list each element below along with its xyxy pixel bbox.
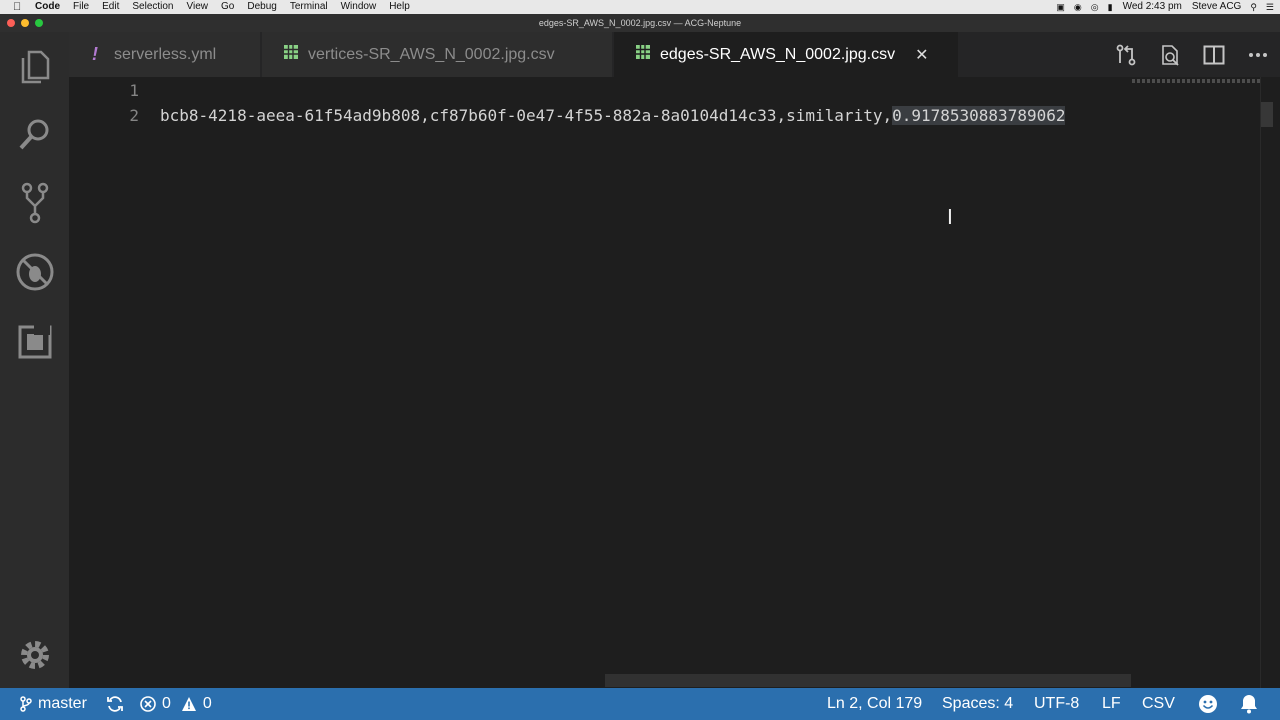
close-icon[interactable]: ✕ — [915, 45, 928, 65]
editor-tab-bar: ! serverless.yml vertices-SR_AWS_N_0002.… — [69, 32, 1280, 77]
spotlight-search-icon[interactable]: ⚲ — [1250, 0, 1257, 14]
debug-icon[interactable] — [12, 249, 57, 294]
git-branch-icon — [20, 696, 32, 712]
vertical-scrollbar[interactable] — [1261, 102, 1273, 127]
tab-label: vertices-SR_AWS_N_0002.jpg.csv — [308, 45, 555, 63]
notifications-bell-icon[interactable] — [1240, 688, 1258, 720]
menu-terminal[interactable]: Terminal — [290, 0, 328, 14]
minimap[interactable] — [1132, 79, 1260, 83]
menu-help[interactable]: Help — [389, 0, 410, 14]
tab-edges-csv[interactable]: edges-SR_AWS_N_0002.jpg.csv ✕ — [614, 32, 959, 77]
tab-label: edges-SR_AWS_N_0002.jpg.csv — [660, 45, 896, 63]
window-title: edges-SR_AWS_N_0002.jpg.csv — ACG-Neptun… — [538, 18, 742, 28]
tab-serverless-yml[interactable]: ! serverless.yml — [69, 32, 261, 77]
warning-icon — [181, 697, 196, 711]
macos-menu-bar:  Code File Edit Selection View Go Debug… — [0, 0, 1280, 14]
split-editor-icon[interactable] — [1192, 32, 1236, 77]
screen-record-icon[interactable]: ▣ — [1056, 0, 1065, 14]
indentation-setting[interactable]: Spaces: 4 — [942, 688, 1013, 720]
menu-go[interactable]: Go — [221, 0, 234, 14]
open-preview-icon[interactable] — [1148, 32, 1192, 77]
selected-text: 0.9178530883789062 — [892, 106, 1066, 125]
search-icon[interactable] — [12, 111, 57, 156]
sync-icon[interactable] — [106, 688, 124, 720]
code-line-2[interactable]: bcb8-4218-aeea-61f54ad9b808,cf87b60f-0e4… — [160, 106, 1066, 125]
table-file-icon — [284, 45, 298, 64]
menu-edit[interactable]: Edit — [102, 0, 119, 14]
horizontal-scrollbar[interactable] — [605, 674, 1131, 687]
menu-debug[interactable]: Debug — [247, 0, 276, 14]
encoding-setting[interactable]: UTF-8 — [1034, 688, 1079, 720]
status-bar: master 0 0 Ln 2, Col 179 Spaces: 4 UTF-8… — [0, 688, 1280, 720]
extensions-icon[interactable] — [12, 319, 57, 364]
line-number: 1 — [129, 81, 139, 100]
notification-center-icon[interactable]: ☰ — [1266, 0, 1274, 14]
warning-count: 0 — [202, 695, 212, 712]
status-app-icon[interactable]: ◉ — [1074, 0, 1082, 14]
feedback-smiley-icon[interactable] — [1198, 688, 1218, 720]
cursor-position[interactable]: Ln 2, Col 179 — [827, 688, 922, 720]
menu-window[interactable]: Window — [341, 0, 377, 14]
tab-vertices-csv[interactable]: vertices-SR_AWS_N_0002.jpg.csv — [262, 32, 613, 77]
menu-view[interactable]: View — [187, 0, 209, 14]
code-editor[interactable]: 1 2 bcb8-4218-aeea-61f54ad9b808,cf87b60f… — [69, 77, 1280, 688]
close-window-button[interactable] — [7, 19, 15, 27]
apple-icon[interactable]:  — [13, 0, 27, 14]
end-of-line-setting[interactable]: LF — [1102, 688, 1121, 720]
zoom-window-button[interactable] — [35, 19, 43, 27]
battery-icon[interactable]: ▮ — [1108, 0, 1113, 14]
error-icon — [140, 696, 156, 712]
code-text: bcb8-4218-aeea-61f54ad9b808,cf87b60f-0e4… — [160, 106, 893, 125]
menu-selection[interactable]: Selection — [132, 0, 173, 14]
minimize-window-button[interactable] — [21, 19, 29, 27]
files-icon[interactable] — [12, 44, 57, 89]
tab-label: serverless.yml — [114, 45, 217, 63]
gear-icon[interactable] — [12, 632, 57, 677]
text-cursor-icon: I — [947, 205, 953, 229]
language-mode[interactable]: CSV — [1142, 688, 1175, 720]
source-control-icon[interactable] — [12, 180, 57, 225]
menu-file[interactable]: File — [73, 0, 89, 14]
menubar-clock[interactable]: Wed 2:43 pm — [1123, 0, 1182, 14]
error-count: 0 — [162, 695, 171, 712]
window-title-bar: edges-SR_AWS_N_0002.jpg.csv — ACG-Neptun… — [0, 14, 1280, 32]
branch-indicator[interactable]: master — [20, 688, 87, 720]
table-file-icon — [636, 45, 650, 64]
wifi-icon[interactable]: ◎ — [1091, 0, 1099, 14]
activity-bar — [0, 32, 69, 688]
more-actions-icon[interactable] — [1236, 32, 1280, 77]
branch-name: master — [38, 695, 87, 712]
menubar-user[interactable]: Steve ACG — [1192, 0, 1241, 14]
open-changes-icon[interactable] — [1104, 32, 1148, 77]
vertical-scroll-track — [1260, 77, 1261, 688]
problems-indicator[interactable]: 0 0 — [140, 688, 212, 720]
line-number: 2 — [129, 106, 139, 125]
exclamation-icon: ! — [92, 44, 98, 64]
menu-app-name[interactable]: Code — [35, 0, 60, 14]
